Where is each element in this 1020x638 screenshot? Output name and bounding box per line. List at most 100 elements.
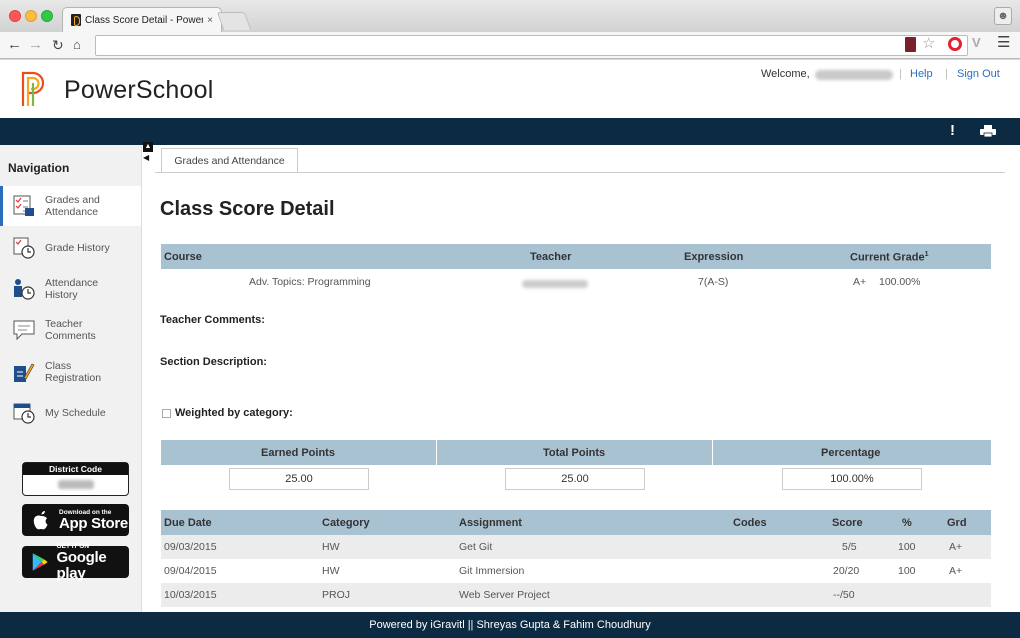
column-header-grade: Grd [947,517,967,529]
google-play-badge[interactable]: GET IT ON Google play [22,543,129,581]
vpn-extension-icon[interactable]: V [972,35,981,50]
assignment-percent: 100 [898,565,916,577]
minimize-window-button[interactable] [25,10,37,22]
column-header-teacher: Teacher [530,251,572,263]
district-code-badge[interactable]: District Code [22,462,129,496]
column-header-expression: Expression [684,251,744,263]
course-name: Adv. Topics: Programming [249,276,371,288]
sign-out-link[interactable]: Sign Out [957,68,1000,80]
maximize-window-button[interactable] [41,10,53,22]
column-header-percent: % [902,517,912,529]
sidebar-collapse-toggle[interactable]: ▲ ◀ [143,142,153,164]
app-store-badge[interactable]: Download on the App Store [22,504,129,536]
assignment-due-date: 09/04/2015 [164,565,217,577]
sidebar-item-label: Attendance History [45,277,99,301]
sidebar-item-attendance-history[interactable]: Attendance History [0,269,141,309]
sidebar-item-class-registration[interactable]: Class Registration [0,352,141,392]
navigation-title: Navigation [8,161,70,175]
current-grade-percent: 100.00% [879,276,921,288]
redacted-district-code [57,480,94,489]
welcome-text: Welcome, [761,68,810,80]
column-header-earned-points: Earned Points [261,447,335,459]
percentage-value: 100.00% [782,468,922,490]
reload-icon[interactable]: ↻ [52,36,64,54]
redacted-user-name [815,70,893,80]
column-header-course: Course [164,251,202,263]
comment-bubble-icon [13,320,35,341]
google-play-big-text: Google play [56,548,107,582]
browser-menu-icon[interactable]: ☰ [997,33,1010,51]
assignment-grade: A+ [949,565,963,577]
weighted-by-category-label: Weighted by category: [175,407,293,419]
footnote-marker: 1 [924,251,929,258]
schedule-calendar-icon [13,403,35,424]
assignment-score: 20/20 [833,565,860,577]
assignment-category: PROJ [322,589,351,601]
bookmark-star-icon[interactable]: ☆ [922,34,935,52]
top-action-bar: ! [0,118,1020,145]
home-icon[interactable]: ⌂ [73,36,81,54]
app-store-big-text: App Store [59,514,128,532]
tab-grades-and-attendance[interactable]: Grades and Attendance [161,148,298,173]
column-header-percentage: Percentage [821,447,881,459]
browser-tab[interactable]: Class Score Detail - Power × [62,7,222,32]
total-points-value: 25.00 [505,468,645,490]
column-header-category: Category [322,517,370,529]
header-separator: | [899,68,902,80]
sidebar-item-teacher-comments[interactable]: Teacher Comments [0,310,141,350]
course-expression: 7(A-S) [698,276,729,288]
page: PowerSchool Welcome, | Help | Sign Out !… [0,60,1020,638]
profile-icon[interactable]: ☻ [994,7,1012,25]
sidebar-item-label: Teacher Comments [45,318,96,342]
section-description-label: Section Description: [160,356,267,368]
points-table-header: Earned Points Total Points Percentage [161,440,991,465]
table-row[interactable]: 09/03/2015 HW Get Git 5/5 100 A+ [161,535,991,559]
table-row[interactable]: 10/03/2015 PROJ Web Server Project --/50 [161,583,991,607]
collapse-up-icon: ▲ [143,142,153,152]
back-arrow-icon[interactable]: ← [7,36,22,54]
forward-arrow-icon[interactable]: → [28,36,43,54]
assignment-score: 5/5 [842,541,857,553]
header-separator: | [945,68,948,80]
assignment-due-date: 10/03/2015 [164,589,217,601]
new-tab-button[interactable] [216,12,252,30]
address-bar[interactable] [95,35,968,56]
help-link[interactable]: Help [910,68,933,80]
column-header-score: Score [832,517,863,529]
powerschool-extension-icon[interactable] [905,37,916,52]
apple-logo-icon [33,511,48,530]
sidebar-item-my-schedule[interactable]: My Schedule [0,393,141,433]
earned-points-value: 25.00 [229,468,369,490]
print-icon[interactable] [980,125,996,137]
grade-history-icon [13,237,35,259]
course-table-header: Course Teacher Expression Current Grade1 [161,244,991,269]
district-code-label: District Code [23,463,128,475]
sidebar-item-label: Grades and Attendance [45,194,100,218]
assignment-name: Get Git [459,541,493,553]
browser-tabbar: Class Score Detail - Power × ☻ [0,0,1020,32]
brand-name: PowerSchool [64,76,214,104]
table-row[interactable]: 09/04/2015 HW Git Immersion 20/20 100 A+ [161,559,991,583]
attendance-history-icon [14,279,35,300]
tab-close-icon[interactable]: × [207,15,213,26]
assignment-name: Git Immersion [459,565,525,577]
powerschool-logo-icon [21,71,45,106]
assignment-grade: A+ [949,541,963,553]
column-header-current-grade: Current Grade1 [850,251,928,264]
weighted-by-category-checkbox[interactable] [162,409,171,418]
assignment-category: HW [322,541,340,553]
assignment-due-date: 09/03/2015 [164,541,217,553]
powerschool-favicon-icon [71,14,81,26]
opera-extension-icon[interactable] [948,37,962,51]
browser-toolbar: ← → ↻ ⌂ [0,32,1020,59]
teacher-comments-label: Teacher Comments: [160,314,265,326]
assignment-score: --/50 [833,589,855,601]
page-footer: Powered by iGravitl || Shreyas Gupta & F… [0,612,1020,638]
sidebar-item-grades-and-attendance[interactable]: Grades and Attendance [0,186,141,226]
collapse-left-icon: ◀ [143,153,150,162]
alert-icon[interactable]: ! [950,122,955,139]
tab-divider [155,172,1005,173]
sidebar-item-grade-history[interactable]: Grade History [0,228,141,268]
column-header-codes: Codes [733,517,767,529]
close-window-button[interactable] [9,10,21,22]
